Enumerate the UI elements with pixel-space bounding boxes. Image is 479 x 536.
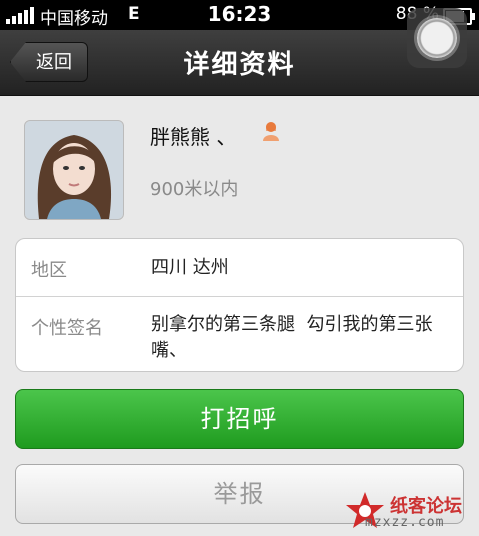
say-hello-button[interactable]: 打招呼 bbox=[15, 389, 464, 449]
region-value: 四川 达州 bbox=[151, 257, 229, 278]
signature-label: 个性签名 bbox=[31, 318, 103, 339]
signature-value: 别拿尔的第三条腿 勾引我的第三张嘴、 bbox=[151, 314, 433, 361]
avatar[interactable] bbox=[24, 120, 124, 220]
distance-text: 900米以内 bbox=[150, 179, 239, 200]
forum-watermark: 纸客论坛 mzxzz.com bbox=[340, 486, 479, 536]
assistive-touch-button[interactable] bbox=[407, 8, 467, 68]
navigation-bar: 返回 详细资料 bbox=[0, 8, 479, 96]
info-card: 地区 四川 达州 个性签名 别拿尔的第三条腿 勾引我的第三张嘴、 bbox=[15, 238, 464, 372]
female-user-icon bbox=[263, 122, 279, 141]
avatar-photo-icon bbox=[25, 121, 123, 219]
watermark-url: mzxzz.com bbox=[365, 515, 445, 530]
assistive-touch-icon bbox=[417, 18, 457, 58]
region-label: 地区 bbox=[31, 260, 67, 281]
profile-name: 胖熊熊 、 bbox=[150, 125, 237, 149]
divider bbox=[16, 296, 463, 297]
